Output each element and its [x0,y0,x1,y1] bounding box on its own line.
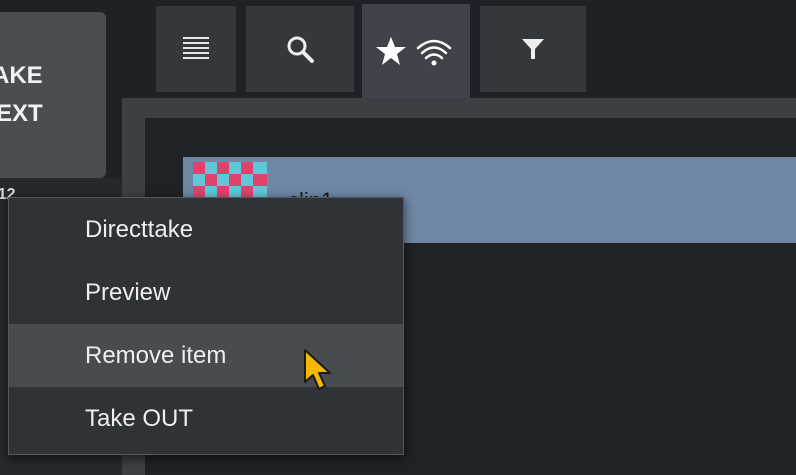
menu-item-label: Remove item [85,341,227,369]
take-button-line2: EXT [0,100,43,127]
list-view-button[interactable] [156,6,236,92]
search-button[interactable] [246,6,354,92]
mouse-cursor-icon [304,349,331,390]
search-icon [287,36,314,63]
menu-item-preview[interactable]: Preview [9,261,403,324]
context-menu: Directtake Preview Remove item Take OUT [8,197,404,455]
menu-item-take-out[interactable]: Take OUT [9,387,403,450]
menu-item-remove-item[interactable]: Remove item [9,324,403,387]
menu-item-label: Take OUT [85,404,194,432]
take-button-line1: AKE [0,62,43,89]
filter-button[interactable] [480,6,586,92]
favorites-live-button[interactable] [362,4,470,100]
star-wifi-icon [376,37,452,66]
filter-icon [522,39,544,59]
menu-item-directtake[interactable]: Directtake [9,198,403,261]
clip-thumbnail [193,162,267,198]
menu-item-label: Preview [85,278,171,306]
menu-item-label: Directtake [85,215,194,243]
list-icon [183,37,209,59]
take-next-button[interactable]: AKE EXT [0,12,106,178]
